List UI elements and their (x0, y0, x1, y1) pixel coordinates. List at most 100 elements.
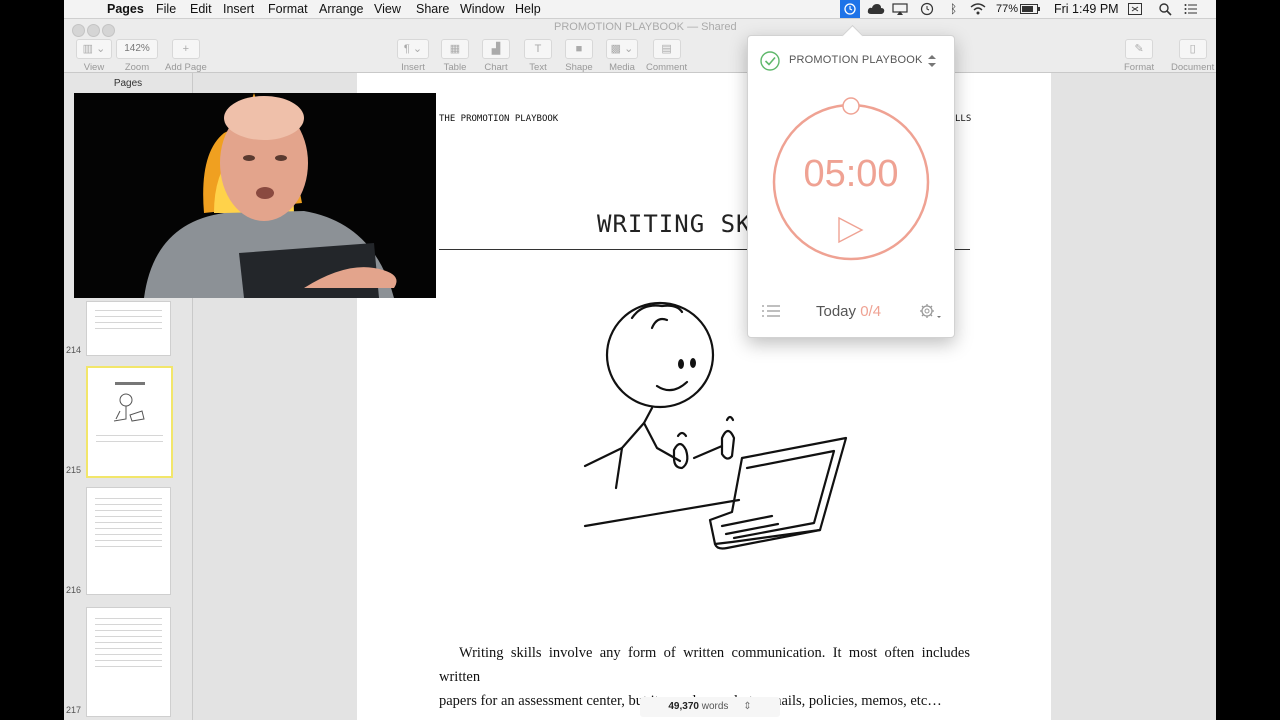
page-header-left: THE PROMOTION PLAYBOOK (439, 114, 559, 124)
screen-share-icon[interactable] (1128, 3, 1142, 15)
comment-label: Comment (646, 62, 688, 73)
check-circle-icon[interactable] (759, 50, 781, 72)
close-window-button[interactable] (72, 24, 85, 37)
page-number: 215 (66, 465, 82, 475)
document-button[interactable]: ▯ Document (1171, 39, 1214, 73)
wifi-icon[interactable] (970, 2, 986, 15)
text-icon: T (524, 39, 552, 59)
chart-button[interactable]: ▟ Chart (482, 39, 510, 73)
zoom-control[interactable]: 142% Zoom (116, 39, 158, 73)
stepper-arrows-icon[interactable]: ⇕ (743, 701, 751, 712)
zoom-window-button[interactable] (102, 24, 115, 37)
toolbar: PROMOTION PLAYBOOK — Shared ▥ ⌄ View 142… (64, 19, 1216, 73)
gear-icon[interactable] (918, 303, 942, 321)
menu-window[interactable]: Window (460, 2, 504, 16)
word-count-indicator[interactable]: 49,370 words ⇕ (640, 697, 780, 717)
menu-arrange[interactable]: Arrange (319, 2, 363, 16)
text-label: Text (529, 62, 547, 73)
menu-insert[interactable]: Insert (223, 2, 254, 16)
webcam-presenter-image (74, 93, 436, 298)
menu-edit[interactable]: Edit (190, 2, 212, 16)
text-button[interactable]: T Text (524, 39, 552, 73)
task-list-icon[interactable] (761, 304, 781, 318)
comment-button[interactable]: ▤ Comment (646, 39, 687, 73)
page-thumbnail-selected[interactable] (86, 366, 173, 478)
document-title: PROMOTION PLAYBOOK (554, 21, 684, 33)
page-thumbnail[interactable] (86, 607, 171, 717)
document-title-bar: PROMOTION PLAYBOOK — Shared (554, 21, 737, 33)
word-count-value: 49,370 (668, 701, 699, 712)
view-button[interactable]: ▥ ⌄ View (76, 39, 112, 73)
timer-project-name[interactable]: PROMOTION PLAYBOOK (789, 54, 923, 66)
time-machine-icon[interactable] (920, 2, 934, 16)
project-selector-icon[interactable] (927, 54, 937, 68)
plus-icon: + (171, 39, 200, 59)
thumbnail-illustration (113, 393, 145, 422)
spotlight-icon[interactable] (1159, 3, 1172, 16)
today-count: 0/4 (860, 303, 882, 320)
menu-bar: Pages File Edit Insert Format Arrange Vi… (64, 0, 1216, 19)
menu-format[interactable]: Format (268, 2, 308, 16)
cloud-icon[interactable] (867, 2, 885, 16)
document-icon: ▯ (1178, 39, 1207, 59)
table-label: Table (443, 62, 467, 73)
clock[interactable]: Fri 1:49 PM (1054, 2, 1119, 16)
today-progress: Today 0/4 (816, 303, 881, 320)
zoom-label: Zoom (124, 62, 150, 73)
chart-icon: ▟ (482, 39, 510, 59)
paintbrush-icon: ✎ (1125, 39, 1154, 59)
zoom-value[interactable]: 142% (116, 39, 158, 59)
paragraph-icon: ¶ ⌄ (397, 39, 429, 59)
menu-share[interactable]: Share (416, 2, 449, 16)
document-shared-status: — Shared (687, 21, 737, 33)
today-label: Today (816, 303, 857, 320)
play-icon[interactable] (836, 216, 866, 244)
timer-display: 05:00 (803, 153, 899, 195)
battery-percent: 77% (996, 3, 1019, 15)
view-icon: ▥ ⌄ (76, 39, 112, 59)
shape-label: Shape (565, 62, 593, 73)
shape-button[interactable]: ■ Shape (565, 39, 593, 73)
media-label: Media (609, 62, 635, 73)
insert-label: Insert (401, 62, 425, 73)
table-icon: ▦ (441, 39, 469, 59)
page-thumbnail[interactable] (86, 487, 171, 595)
document-label: Document (1171, 62, 1215, 73)
timer-ring-handle (842, 97, 860, 115)
add-page-button[interactable]: + Add Page (165, 39, 207, 73)
paragraph-line: Writing skills involve any form of writt… (439, 645, 970, 685)
chart-label: Chart (484, 62, 508, 73)
battery-icon[interactable] (1020, 4, 1040, 14)
menu-app-name[interactable]: Pages (107, 2, 144, 16)
menu-help[interactable]: Help (515, 2, 541, 16)
sidebar-title: Pages (113, 78, 143, 89)
timer-menu-highlight[interactable] (840, 0, 860, 18)
format-label: Format (1124, 62, 1155, 73)
notification-center-icon[interactable] (1184, 3, 1198, 15)
shape-icon: ■ (565, 39, 593, 59)
webcam-video-overlay (74, 93, 436, 298)
page-header-right: LLS (955, 114, 972, 124)
page-thumbnail[interactable] (86, 301, 171, 356)
word-count-unit: words (701, 701, 729, 712)
menu-file[interactable]: File (156, 2, 176, 16)
airplay-icon[interactable] (892, 3, 908, 15)
menu-view[interactable]: View (374, 2, 401, 16)
table-button[interactable]: ▦ Table (441, 39, 469, 73)
media-button[interactable]: ▩ ⌄ Media (606, 39, 638, 73)
insert-button[interactable]: ¶ ⌄ Insert (397, 39, 429, 73)
timer-icon (844, 3, 856, 15)
page-number: 214 (66, 345, 82, 355)
add-page-label: Add Page (165, 62, 207, 73)
page-number: 216 (66, 585, 82, 595)
right-letterbox (1216, 0, 1280, 720)
comment-icon: ▤ (652, 39, 681, 59)
media-icon: ▩ ⌄ (606, 39, 638, 59)
format-button[interactable]: ✎ Format (1124, 39, 1154, 73)
section-heading: WRITING SK (597, 210, 752, 238)
view-label: View (83, 62, 105, 73)
timer-popover: PROMOTION PLAYBOOK 05:00 Today 0/4 (747, 24, 955, 338)
page-number: 217 (66, 705, 82, 715)
bluetooth-icon[interactable]: ᛒ (950, 2, 957, 16)
minimize-window-button[interactable] (87, 24, 100, 37)
